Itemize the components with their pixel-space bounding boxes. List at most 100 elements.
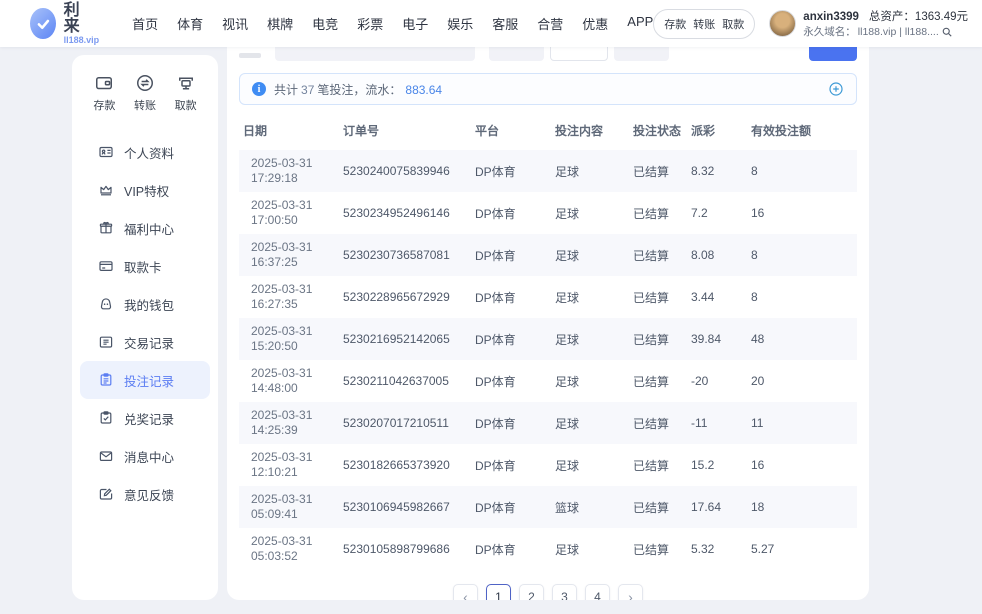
cell-time: 05:03:52 (251, 549, 335, 564)
page-button[interactable]: 2 (519, 584, 544, 600)
bet-records-table: 日期订单号平台投注内容投注状态派彩有效投注额 2025-03-3117:29:1… (239, 109, 857, 570)
feedback-icon (98, 486, 114, 502)
wallet-quick-action[interactable]: 取款 (722, 16, 744, 32)
cell-valid-amount: 16 (747, 192, 857, 234)
nav-item[interactable]: 首页 (132, 14, 158, 33)
cell-content: 足球 (551, 360, 629, 402)
table-row: 2025-03-3115:20:50 5230216952142065 DP体育… (239, 318, 857, 360)
search-icon[interactable] (941, 26, 953, 38)
cell-valid-amount: 16 (747, 444, 857, 486)
cell-time: 14:25:39 (251, 423, 335, 438)
bet-records-icon (98, 372, 114, 388)
page-button[interactable]: 3 (552, 584, 577, 600)
bet-count: 37 (301, 83, 314, 97)
nav-item[interactable]: 彩票 (357, 14, 383, 33)
prev-page-button[interactable]: ‹ (453, 584, 478, 600)
sidebar-quick-actions: 存款 转账 取款 (72, 67, 218, 121)
sidebar-quick-transfer[interactable]: 转账 (134, 73, 156, 113)
sidebar-quick-deposit[interactable]: 存款 (93, 73, 115, 113)
user-account[interactable]: anxin3399总资产：1363.49元 永久域名：ll188.vip | l… (769, 8, 968, 39)
filter-date-range-input[interactable] (275, 47, 475, 61)
filter-tab[interactable] (489, 47, 544, 61)
main-panel: i 共计37笔投注，流水：883.64 日期订单号平台投注内容投注状态派彩有效投… (227, 47, 869, 600)
cell-valid-amount: 20 (747, 360, 857, 402)
wallet-quick-action[interactable]: 转账 (693, 16, 715, 32)
cell-time: 17:00:50 (251, 213, 335, 228)
cell-status: 已结算 (629, 360, 687, 402)
sidebar-item-profile[interactable]: 个人资料 (72, 133, 218, 171)
cell-platform: DP体育 (471, 528, 551, 570)
table-row: 2025-03-3105:09:41 5230106945982667 DP体育… (239, 486, 857, 528)
sidebar-item-transactions[interactable]: 交易记录 (72, 323, 218, 361)
cell-content: 足球 (551, 444, 629, 486)
nav-item[interactable]: 娱乐 (447, 14, 473, 33)
sidebar-item-feedback[interactable]: 意见反馈 (72, 475, 218, 513)
nav-item[interactable]: 优惠 (582, 14, 608, 33)
wallet-quick-action[interactable]: 存款 (664, 16, 686, 32)
column-header: 投注状态 (629, 109, 687, 150)
pagination: ‹ 1234 › (239, 584, 857, 600)
filter-tab[interactable] (614, 47, 669, 61)
username: anxin3399 (803, 11, 859, 23)
cell-order: 5230234952496146 (339, 192, 471, 234)
cell-order: 5230106945982667 (339, 486, 471, 528)
nav-item[interactable]: 合营 (537, 14, 563, 33)
page-button[interactable]: 1 (486, 584, 511, 600)
nav-item[interactable]: 体育 (177, 14, 203, 33)
nav-item[interactable]: 视讯 (222, 14, 248, 33)
sidebar-item-bet-records[interactable]: 投注记录 (80, 361, 210, 399)
next-page-button[interactable]: › (618, 584, 643, 600)
cell-date: 2025-03-31 (251, 156, 335, 171)
transfer-icon (135, 73, 155, 93)
assets-label: 总资产： (869, 11, 915, 23)
sidebar-item-withdraw-card[interactable]: 取款卡 (72, 247, 218, 285)
cell-order: 5230240075839946 (339, 150, 471, 192)
table-row: 2025-03-3116:27:35 5230228965672929 DP体育… (239, 276, 857, 318)
gift-icon (98, 220, 114, 236)
cell-status: 已结算 (629, 150, 687, 192)
nav-item[interactable]: 客服 (492, 14, 518, 33)
table-row: 2025-03-3112:10:21 5230182665373920 DP体育… (239, 444, 857, 486)
filter-search-button[interactable] (809, 47, 857, 61)
table-row: 2025-03-3114:25:39 5230207017210511 DP体育… (239, 402, 857, 444)
filter-tab[interactable] (550, 47, 607, 61)
sidebar-item-welfare[interactable]: 福利中心 (72, 209, 218, 247)
sidebar-item-wallet[interactable]: 我的钱包 (72, 285, 218, 323)
cell-payout: 15.2 (687, 444, 747, 486)
cell-payout: 3.44 (687, 276, 747, 318)
cell-payout: -11 (687, 402, 747, 444)
cell-valid-amount: 18 (747, 486, 857, 528)
cell-payout: -20 (687, 360, 747, 402)
domain-value: ll188.vip | ll188.... (858, 26, 939, 38)
sidebar-item-redeem-records[interactable]: 兑奖记录 (72, 399, 218, 437)
avatar (769, 10, 796, 37)
cell-content: 足球 (551, 234, 629, 276)
cell-time: 12:10:21 (251, 465, 335, 480)
wallet-icon (98, 296, 114, 312)
top-header: 利 来 ll188.vip 首页体育视讯棋牌电竞彩票电子娱乐客服合营优惠APP … (0, 0, 982, 47)
cell-platform: DP体育 (471, 276, 551, 318)
cell-payout: 8.32 (687, 150, 747, 192)
page-button[interactable]: 4 (585, 584, 610, 600)
cell-content: 足球 (551, 528, 629, 570)
main-nav: 首页体育视讯棋牌电竞彩票电子娱乐客服合营优惠 APP (132, 14, 653, 33)
cell-valid-amount: 5.27 (747, 528, 857, 570)
sidebar-item-vip[interactable]: VIP特权 (72, 171, 218, 209)
sidebar-quick-withdraw[interactable]: 取款 (175, 73, 197, 113)
table-row: 2025-03-3117:29:18 5230240075839946 DP体育… (239, 150, 857, 192)
nav-item[interactable]: 电竞 (312, 14, 338, 33)
nav-item[interactable]: APP (627, 14, 653, 33)
plus-circle-icon[interactable] (828, 81, 844, 97)
cell-content: 足球 (551, 192, 629, 234)
nav-item[interactable]: 电子 (402, 14, 428, 33)
logo[interactable]: 利 来 ll188.vip (30, 3, 106, 45)
column-header: 有效投注额 (747, 109, 857, 150)
sidebar-item-messages[interactable]: 消息中心 (72, 437, 218, 475)
cell-order: 5230105898799686 (339, 528, 471, 570)
cell-order: 5230211042637005 (339, 360, 471, 402)
summary-text: 共计37笔投注，流水：883.64 (274, 81, 442, 98)
nav-item[interactable]: 棋牌 (267, 14, 293, 33)
cell-date: 2025-03-31 (251, 492, 335, 507)
column-header: 投注内容 (551, 109, 629, 150)
cell-valid-amount: 8 (747, 234, 857, 276)
